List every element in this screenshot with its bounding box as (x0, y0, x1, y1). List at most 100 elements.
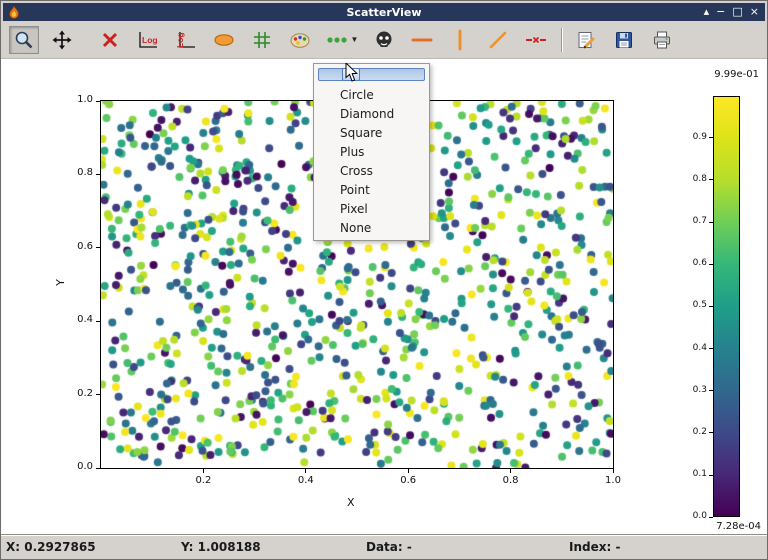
dashed-line-marker-button[interactable] (521, 26, 551, 54)
dashed-line-x-icon (525, 30, 547, 50)
x-tick-label: 0.4 (290, 475, 322, 486)
x-tick-mark (305, 469, 306, 473)
colorbar-tick-mark (709, 137, 713, 138)
toolbar-separator (561, 28, 563, 52)
red-x-icon (100, 30, 120, 50)
menu-item-none[interactable]: None (314, 219, 429, 238)
save-button[interactable] (609, 26, 639, 54)
palette-button[interactable] (285, 26, 315, 54)
y-tick-label: 0.8 (59, 167, 93, 178)
annotate-button[interactable] (571, 26, 601, 54)
colorbar-tick-mark (709, 475, 713, 476)
maximize-button[interactable]: □ (732, 3, 742, 21)
colorbar-tick-mark (709, 517, 713, 518)
shade-button[interactable]: ▴ (704, 3, 710, 21)
x-tick-label: 1.0 (597, 475, 629, 486)
marker-size-slider[interactable] (318, 68, 425, 81)
mouse-cursor (345, 63, 359, 83)
menu-item-point[interactable]: Point (314, 181, 429, 200)
horizontal-line-button[interactable] (407, 26, 437, 54)
colorbar-tick-mark (709, 264, 713, 265)
x-tick-mark (408, 469, 409, 473)
toolbar: Log Log (1, 21, 767, 59)
colorbar-tick-label: 0.9 (673, 132, 707, 142)
colorbar-tick-label: 0.6 (673, 258, 707, 268)
y-tick-mark (96, 468, 100, 469)
magnifier-icon (14, 30, 34, 50)
x-tick-mark (613, 469, 614, 473)
menu-item-diamond[interactable]: Diamond (314, 105, 429, 124)
diagonal-line-icon (488, 30, 508, 50)
mask-button[interactable] (369, 26, 399, 54)
diagonal-line-button[interactable] (483, 26, 513, 54)
marker-style-button[interactable]: ▼ (323, 26, 361, 54)
vertical-line-icon (450, 29, 470, 51)
log-x-axis-icon: Log (137, 30, 159, 50)
log-x-button[interactable]: Log (133, 26, 163, 54)
status-x-coordinate: X: 0.2927865 (6, 535, 96, 559)
window-controls: ▴ − □ × (704, 3, 759, 21)
title-bar: ScatterView ▴ − □ × (3, 3, 765, 21)
colorbar-tick-label: 0.3 (673, 385, 707, 395)
print-button[interactable] (647, 26, 677, 54)
y-tick-mark (96, 394, 100, 395)
status-bar: X: 0.2927865 Y: 1.008188 Data: - Index: … (1, 534, 767, 559)
x-tick-mark (203, 469, 204, 473)
colorbar-tick-label: 0.2 (673, 427, 707, 437)
colorbar-tick-mark (709, 179, 713, 180)
menu-item-cross[interactable]: Cross (314, 162, 429, 181)
menu-item-pixel[interactable]: Pixel (314, 200, 429, 219)
marker-dots-icon (326, 30, 350, 50)
log-y-button[interactable]: Log (171, 26, 201, 54)
mask-icon (374, 30, 394, 50)
colorbar-tick-mark (709, 390, 713, 391)
y-tick-label: 0.6 (59, 241, 93, 252)
notes-pencil-icon (576, 30, 596, 50)
marker-style-menu: Circle Diamond Square Plus Cross Point P… (313, 63, 430, 241)
x-tick-label: 0.2 (187, 475, 219, 486)
y-tick-label: 0.4 (59, 314, 93, 325)
zoom-tool-button[interactable] (9, 26, 39, 54)
colorbar-tick-label: 0.7 (673, 216, 707, 226)
y-axis-label: Y (54, 279, 67, 286)
y-tick-label: 1.0 (59, 94, 93, 105)
clear-button[interactable] (95, 26, 125, 54)
colorbar-min-label: 7.28e-04 (691, 521, 761, 532)
colorbar-max-label: 9.99e-01 (689, 69, 759, 80)
ellipse-icon (213, 30, 235, 50)
menu-item-square[interactable]: Square (314, 124, 429, 143)
grid-toggle-button[interactable] (247, 26, 277, 54)
minimize-button[interactable]: − (716, 3, 725, 21)
colorbar-tick-mark (709, 348, 713, 349)
colorbar-tick-mark (709, 222, 713, 223)
log-y-axis-icon: Log (175, 30, 197, 50)
window-title: ScatterView (3, 6, 765, 19)
close-button[interactable]: × (750, 3, 759, 21)
svg-text:Log: Log (175, 32, 185, 48)
x-tick-label: 0.8 (495, 475, 527, 486)
status-y-coordinate: Y: 1.008188 (181, 535, 261, 559)
colorbar-tick-mark (709, 432, 713, 433)
pan-tool-button[interactable] (47, 26, 77, 54)
menu-item-plus[interactable]: Plus (314, 143, 429, 162)
colorbar-tick-mark (709, 306, 713, 307)
y-tick-mark (96, 101, 100, 102)
chevron-down-icon: ▼ (351, 35, 359, 44)
vertical-line-button[interactable] (445, 26, 475, 54)
floppy-disk-icon (614, 30, 634, 50)
x-tick-mark (510, 469, 511, 473)
horizontal-line-icon (411, 30, 433, 50)
x-tick-label: 0.6 (392, 475, 424, 486)
y-tick-label: 0.2 (59, 388, 93, 399)
status-index-value: Index: - (569, 535, 620, 559)
colorbar-tick-label: 0.8 (673, 174, 707, 184)
y-tick-mark (96, 247, 100, 248)
ellipse-tool-button[interactable] (209, 26, 239, 54)
app-window: ScatterView ▴ − □ × (0, 0, 768, 560)
colorbar-tick-label: 0.4 (673, 343, 707, 353)
palette-icon (289, 30, 311, 50)
menu-item-circle[interactable]: Circle (314, 86, 429, 105)
colorbar-tick-label: 0.1 (673, 469, 707, 479)
colorbar-tick-label: 0.5 (673, 300, 707, 310)
y-tick-mark (96, 321, 100, 322)
